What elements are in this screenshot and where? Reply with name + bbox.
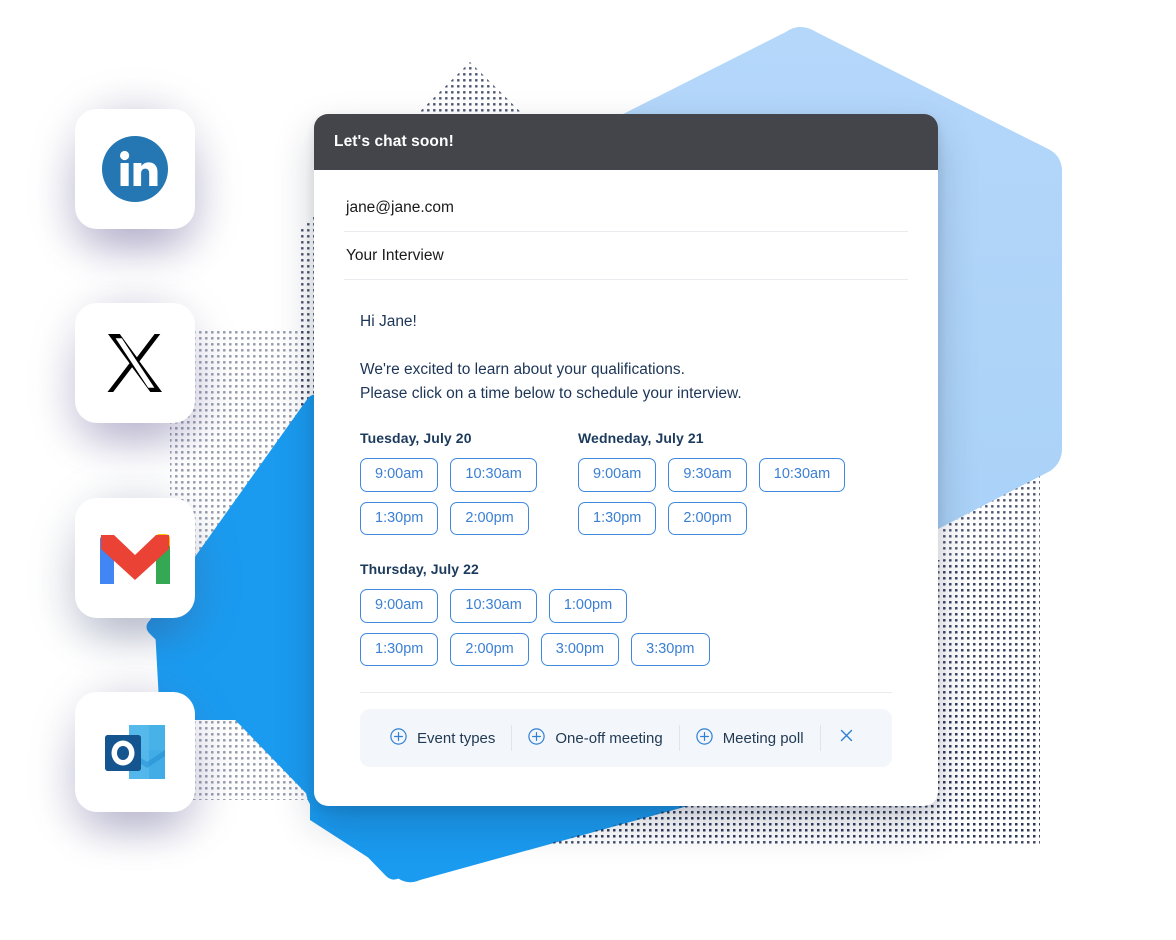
plus-circle-icon	[695, 727, 713, 749]
time-slot-button[interactable]: 9:00am	[578, 458, 657, 492]
plus-circle-icon	[528, 727, 546, 749]
close-icon	[839, 728, 854, 748]
plus-circle-icon	[390, 727, 407, 749]
day-group-wednesday: Wedneday, July 21 9:00am 9:30am 10:30am …	[578, 430, 892, 536]
event-types-label: Event types	[417, 729, 496, 747]
email-composer-card: Let's chat soon! jane@jane.com Your Inte…	[314, 114, 938, 806]
slot-row: 9:00am 10:30am 1:00pm	[360, 589, 892, 623]
time-slot-button[interactable]: 3:30pm	[631, 632, 710, 667]
subject-value: Your Interview	[346, 246, 444, 264]
meeting-poll-label: Meeting poll	[722, 729, 804, 747]
app-icon-x-twitter[interactable]	[75, 303, 195, 423]
toolbar-divider	[360, 692, 892, 694]
time-slot-button[interactable]: 10:30am	[758, 458, 846, 492]
app-icon-outlook[interactable]	[75, 692, 195, 812]
time-slot-button[interactable]: 3:00pm	[540, 632, 620, 667]
card-header: Let's chat soon!	[314, 114, 938, 170]
slot-row: 1:30pm 2:00pm 3:00pm 3:30pm	[360, 632, 892, 667]
close-toolbar-button[interactable]	[821, 728, 872, 748]
day-group-tuesday: Tuesday, July 20 9:00am 10:30am 1:30pm 2…	[360, 430, 578, 536]
time-slot-button[interactable]: 10:30am	[450, 458, 537, 492]
time-slot-button[interactable]: 1:30pm	[360, 632, 439, 667]
time-slot-button[interactable]: 2:00pm	[668, 501, 747, 536]
time-slot-button[interactable]: 10:30am	[450, 589, 537, 623]
time-slot-button[interactable]: 9:00am	[360, 589, 439, 623]
slot-row: 1:30pm 2:00pm	[360, 501, 578, 536]
app-icon-gmail[interactable]	[75, 498, 195, 618]
meeting-poll-button[interactable]: Meeting poll	[680, 727, 820, 749]
message-line-2: Please click on a time below to schedule…	[360, 385, 742, 403]
recipient-value: jane@jane.com	[346, 198, 454, 216]
x-twitter-icon	[107, 334, 162, 392]
card-header-title: Let's chat soon!	[334, 133, 454, 150]
day-group-thursday: Thursday, July 22 9:00am 10:30am 1:00pm …	[360, 561, 892, 667]
time-slot-button[interactable]: 9:30am	[668, 458, 747, 492]
day-heading-tuesday: Tuesday, July 20	[360, 430, 472, 447]
insert-toolbar: Event types One-off meeting Meeting poll	[360, 709, 892, 768]
app-icon-linkedin[interactable]	[75, 109, 195, 229]
outlook-icon	[105, 725, 165, 779]
subject-field[interactable]: Your Interview	[344, 232, 908, 280]
time-slot-button[interactable]: 1:30pm	[578, 501, 657, 536]
linkedin-icon	[102, 136, 168, 202]
recipient-field[interactable]: jane@jane.com	[344, 184, 908, 232]
message-body[interactable]: Hi Jane! We're excited to learn about yo…	[344, 280, 908, 806]
slot-row: 9:00am 9:30am 10:30am	[578, 458, 892, 492]
slot-row: 9:00am 10:30am	[360, 458, 578, 492]
message-greeting: Hi Jane!	[360, 313, 417, 330]
message-line-1: We're excited to learn about your qualif…	[360, 361, 685, 379]
day-heading-thursday: Thursday, July 22	[360, 561, 479, 578]
time-slot-button[interactable]: 2:00pm	[450, 632, 529, 667]
day-groups-top-row: Tuesday, July 20 9:00am 10:30am 1:30pm 2…	[360, 430, 892, 536]
time-slot-button[interactable]: 2:00pm	[450, 501, 529, 536]
time-slot-button[interactable]: 9:00am	[360, 458, 439, 492]
time-slot-button[interactable]: 1:30pm	[360, 501, 439, 536]
day-heading-wednesday: Wedneday, July 21	[578, 430, 704, 447]
scene-root: Let's chat soon! jane@jane.com Your Inte…	[0, 0, 1176, 940]
one-off-meeting-label: One-off meeting	[555, 729, 663, 747]
one-off-meeting-button[interactable]: One-off meeting	[512, 727, 678, 749]
slot-row: 1:30pm 2:00pm	[578, 501, 892, 536]
time-slot-button[interactable]: 1:00pm	[548, 589, 628, 623]
gmail-icon	[100, 534, 170, 584]
card-body: jane@jane.com Your Interview Hi Jane! We…	[314, 170, 938, 806]
event-types-button[interactable]: Event types	[374, 727, 511, 749]
